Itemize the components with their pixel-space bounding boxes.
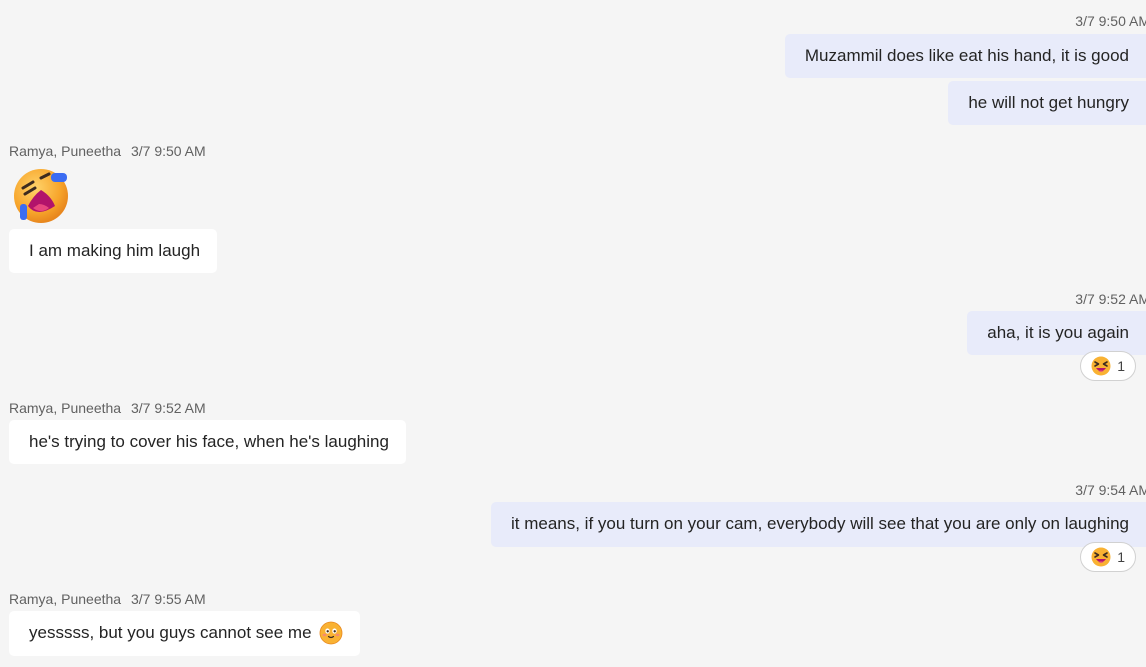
message-text: he's trying to cover his face, when he's… (29, 432, 389, 451)
message-header: Ramya, Puneetha 3/7 9:55 AM (9, 591, 206, 607)
sender-name: Ramya, Puneetha (9, 591, 122, 607)
their-message-bubble[interactable]: I am making him laugh (9, 229, 218, 273)
my-message-bubble[interactable]: aha, it is you again (967, 311, 1146, 355)
laughing-squint-emoji (1091, 547, 1111, 567)
reaction-count: 1 (1117, 358, 1125, 374)
message-header: Ramya, Puneetha 3/7 9:50 AM (9, 143, 206, 159)
chat-thread: 3/7 9:50 AM Muzammil does like eat his h… (0, 0, 1146, 667)
message-text: Muzammil does like eat his hand, it is g… (804, 46, 1129, 65)
message-text: it means, if you turn on your cam, every… (510, 514, 1129, 533)
message-timestamp: 3/7 9:52 AM (1075, 291, 1146, 307)
message-timestamp: 3/7 9:55 AM (130, 591, 206, 607)
message-timestamp: 3/7 9:52 AM (130, 400, 206, 416)
their-message-bubble[interactable]: yesssss, but you guys cannot see me (9, 611, 360, 656)
sender-name: Ramya, Puneetha (9, 143, 122, 159)
my-message-bubble[interactable]: Muzammil does like eat his hand, it is g… (784, 34, 1146, 78)
message-timestamp: 3/7 9:54 AM (1075, 482, 1146, 498)
my-message-bubble[interactable]: he will not get hungry (948, 81, 1146, 125)
reaction-pill[interactable]: 1 (1080, 542, 1136, 572)
reaction-pill[interactable]: 1 (1080, 351, 1136, 381)
smiling-face-emoji (319, 621, 343, 645)
message-text: I am making him laugh (29, 241, 201, 260)
my-message-bubble[interactable]: it means, if you turn on your cam, every… (490, 502, 1146, 547)
message-timestamp: 3/7 9:50 AM (1075, 13, 1146, 29)
sender-name: Ramya, Puneetha (9, 400, 122, 416)
message-text: yesssss, but you guys cannot see me (29, 623, 312, 642)
reaction-count: 1 (1117, 549, 1125, 565)
message-text: he will not get hungry (968, 93, 1129, 112)
message-text: aha, it is you again (987, 323, 1129, 342)
laughing-squint-emoji (1091, 356, 1111, 376)
message-timestamp: 3/7 9:50 AM (130, 143, 206, 159)
message-header: Ramya, Puneetha 3/7 9:52 AM (9, 400, 206, 416)
their-message-bubble[interactable]: he's trying to cover his face, when he's… (9, 420, 406, 464)
rolling-on-floor-laughing-emoji[interactable] (11, 166, 71, 226)
